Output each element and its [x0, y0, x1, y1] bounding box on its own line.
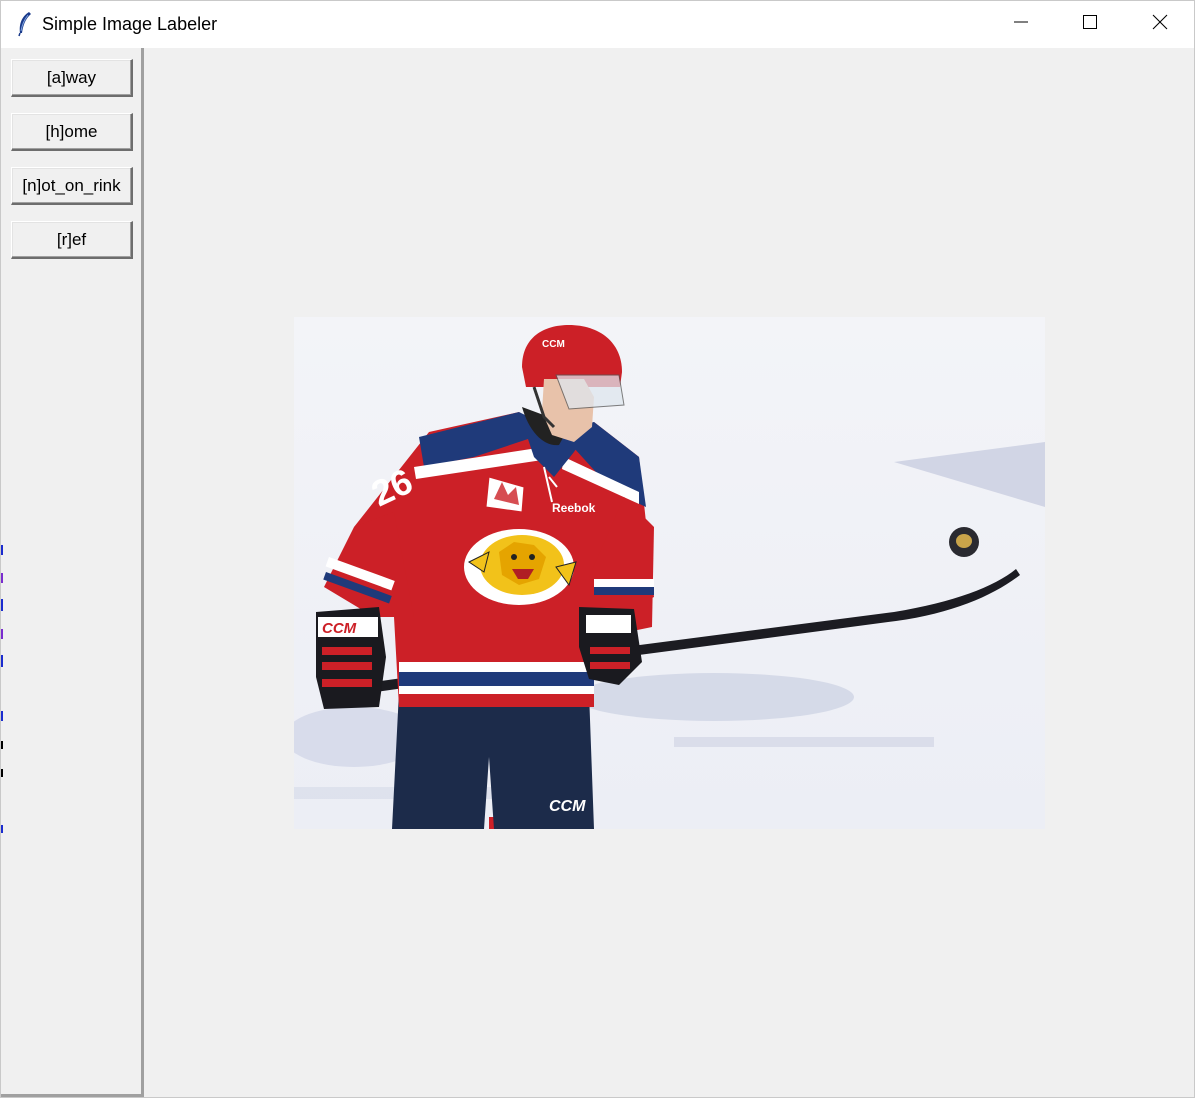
sidebar-divider	[1, 1094, 144, 1097]
close-button[interactable]	[1126, 1, 1194, 48]
maximize-button[interactable]	[1056, 1, 1124, 48]
hockey-player-image: CCM 26 Reebok CCM CCM	[294, 317, 1045, 829]
close-icon	[1152, 14, 1168, 35]
ref-button[interactable]: [r]ef	[11, 221, 133, 259]
feather-icon	[15, 11, 35, 37]
window-title: Simple Image Labeler	[42, 14, 218, 34]
minimize-button[interactable]	[987, 1, 1055, 48]
glove-logo: CCM	[322, 620, 357, 637]
edge-artifacts	[1, 545, 3, 833]
maximize-icon	[1082, 14, 1098, 35]
jersey-brand: Reebok	[552, 501, 596, 515]
shorts-logo: CCM	[549, 798, 586, 815]
helmet-logo: CCM	[542, 339, 565, 350]
not-on-rink-button[interactable]: [n]ot_on_rink	[11, 167, 133, 205]
home-button[interactable]: [h]ome	[11, 113, 133, 151]
away-button[interactable]: [a]way	[11, 59, 133, 97]
title-bar[interactable]: Simple Image Labeler	[1, 1, 1194, 48]
app-window: Simple Image Labeler [a]way [h]ome [n]ot…	[0, 0, 1195, 1098]
minimize-icon	[1013, 14, 1029, 35]
